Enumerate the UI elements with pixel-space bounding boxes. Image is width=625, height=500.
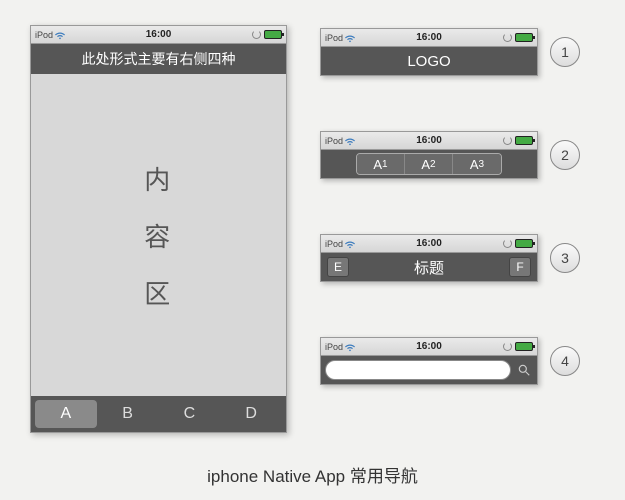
tab-b[interactable]: B: [97, 400, 159, 428]
example-1: iPod 16:00 LOGO: [320, 28, 538, 76]
status-time: 16:00: [146, 29, 172, 40]
status-time: 16:00: [416, 135, 442, 146]
wifi-icon: [345, 239, 355, 249]
nav-bar-segmented: A1 A2 A3: [321, 150, 537, 178]
example-3: iPod 16:00 E 标题 F: [320, 234, 538, 282]
nav-left-button[interactable]: E: [327, 257, 349, 277]
device-label: iPod: [325, 33, 343, 43]
status-bar: iPod 16:00: [321, 29, 537, 47]
battery-icon: [515, 239, 533, 248]
content-line: 内: [144, 160, 173, 197]
battery-icon: [264, 30, 282, 39]
tab-a[interactable]: A: [35, 400, 97, 428]
badge-1: 1: [550, 37, 580, 67]
example-2: iPod 16:00 A1 A2 A3: [320, 131, 538, 179]
device-label: iPod: [325, 136, 343, 146]
wifi-icon: [55, 30, 65, 40]
wifi-icon: [345, 33, 355, 43]
diagram-caption: iphone Native App 常用导航: [0, 462, 625, 487]
device-label: iPod: [35, 30, 53, 40]
loading-icon: [503, 136, 512, 145]
status-bar: iPod 16:00: [321, 338, 537, 356]
status-time: 16:00: [416, 238, 442, 249]
content-line: 区: [144, 274, 173, 311]
segment-2[interactable]: A2: [405, 154, 453, 174]
device-label: iPod: [325, 239, 343, 249]
wifi-icon: [345, 342, 355, 352]
tab-bar: A B C D: [31, 396, 286, 432]
status-bar: iPod 16:00: [321, 132, 537, 150]
loading-icon: [503, 342, 512, 351]
tab-c[interactable]: C: [159, 400, 221, 428]
segment-3[interactable]: A3: [453, 154, 501, 174]
wifi-icon: [345, 136, 355, 146]
battery-icon: [515, 33, 533, 42]
status-time: 16:00: [416, 32, 442, 43]
nav-bar-logo: LOGO: [321, 47, 537, 75]
content-line: 容: [144, 217, 173, 254]
nav-bar-main: 此处形式主要有右侧四种: [31, 44, 286, 74]
segment-1[interactable]: A1: [357, 154, 405, 174]
nav-bar-title: E 标题 F: [321, 253, 537, 281]
badge-4: 4: [550, 346, 580, 376]
status-bar: iPod 16:00: [31, 26, 286, 44]
loading-icon: [252, 30, 261, 39]
nav-title-text: 标题: [414, 257, 444, 278]
example-4: iPod 16:00: [320, 337, 538, 385]
content-area: 内 容 区: [31, 74, 286, 396]
nav-title: 此处形式主要有右侧四种: [82, 49, 236, 69]
battery-icon: [515, 342, 533, 351]
battery-icon: [515, 136, 533, 145]
status-time: 16:00: [416, 341, 442, 352]
loading-icon: [503, 239, 512, 248]
device-label: iPod: [325, 342, 343, 352]
loading-icon: [503, 33, 512, 42]
segmented-control: A1 A2 A3: [356, 153, 502, 175]
tab-d[interactable]: D: [220, 400, 282, 428]
status-bar: iPod 16:00: [321, 235, 537, 253]
search-icon[interactable]: [515, 361, 533, 379]
badge-2: 2: [550, 140, 580, 170]
nav-right-button[interactable]: F: [509, 257, 531, 277]
nav-bar-search: [321, 356, 537, 384]
phone-mockup-main: iPod 16:00 此处形式主要有右侧四种 内 容 区 A B C D: [30, 25, 287, 433]
search-input[interactable]: [325, 360, 511, 380]
badge-3: 3: [550, 243, 580, 273]
logo-text: LOGO: [407, 53, 450, 70]
